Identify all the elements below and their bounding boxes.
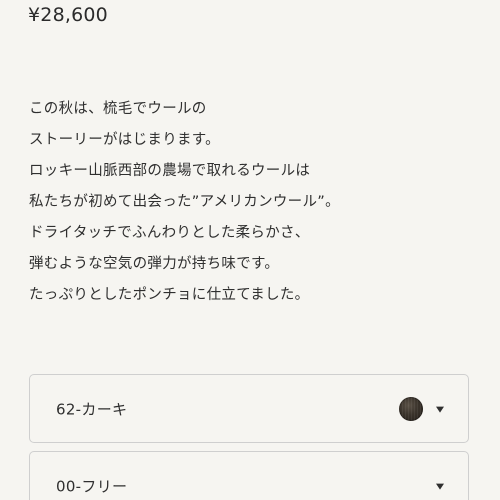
description-line: この秋は、梳毛でウールの	[29, 101, 207, 117]
description-line: たっぷりとしたポンチョに仕立てました。	[29, 287, 310, 303]
description-line: ロッキー山脈西部の農場で取れるウールは	[29, 163, 311, 179]
chevron-down-icon	[436, 406, 444, 413]
description-line: 弾むような空気の弾力が持ち味です。	[29, 256, 280, 272]
size-select-value: 00-フリー	[56, 477, 128, 496]
chevron-down-icon	[436, 483, 444, 490]
product-description: この秋は、梳毛でウールの ストーリーがはじまります。 ロッキー山脈西部の農場で取…	[29, 94, 479, 311]
description-line: 私たちが初めて出会った”アメリカンウール”。	[29, 194, 340, 210]
color-swatch	[399, 396, 423, 421]
description-line: ストーリーがはじまります。	[29, 132, 220, 148]
color-select[interactable]: 62-カーキ	[29, 374, 469, 443]
description-line: ドライタッチでふんわりとした柔らかさ、	[29, 225, 310, 241]
size-select[interactable]: 00-フリー	[29, 451, 469, 500]
color-select-value: 62-カーキ	[56, 400, 128, 418]
product-price: ¥28,600	[28, 4, 108, 26]
